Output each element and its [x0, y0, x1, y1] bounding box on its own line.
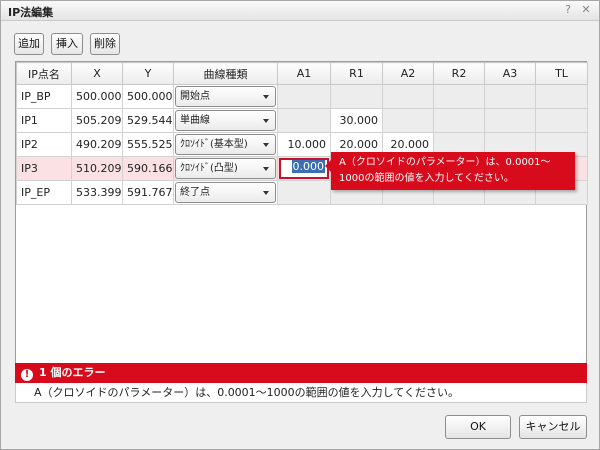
close-icon[interactable]: ✕ [579, 3, 593, 17]
curve-type-cell: 開始点 [173, 84, 278, 109]
ip-name-cell[interactable]: IP3 [16, 156, 72, 181]
help-icon[interactable]: ? [561, 3, 575, 17]
a1-cell: 0.000 [277, 156, 331, 181]
error-detail-text: A（クロソイドのパラメーター）は、0.0001～1000の範囲の値を入力してくだ… [34, 386, 460, 399]
add-button[interactable]: 追加 [14, 33, 44, 55]
a3-cell [484, 84, 536, 109]
a1-edit-input[interactable]: 0.000 [279, 158, 329, 179]
curve-type-value: 終了点 [180, 187, 210, 198]
curve-type-cell: ｸﾛｿｲﾄﾞ(凸型) [173, 156, 278, 181]
column-header[interactable]: X [71, 62, 123, 85]
column-header[interactable]: R2 [433, 62, 485, 85]
ok-button[interactable]: OK [445, 415, 511, 439]
a1-cell [277, 180, 331, 205]
x-cell[interactable]: 490.209 [71, 132, 123, 157]
curve-type-value: ｸﾛｿｲﾄﾞ(基本型) [180, 139, 248, 150]
cancel-button[interactable]: キャンセル [519, 415, 587, 439]
curve-type-value: 開始点 [180, 91, 210, 102]
x-cell[interactable]: 505.209 [71, 108, 123, 133]
column-header[interactable]: TL [535, 62, 588, 85]
a1-cell [277, 84, 331, 109]
r1-cell[interactable]: 30.000 [330, 108, 383, 133]
chevron-down-icon [263, 95, 269, 99]
delete-button[interactable]: 削除 [90, 33, 120, 55]
a3-cell [484, 108, 536, 133]
insert-button[interactable]: 挿入 [51, 33, 83, 55]
tl-cell [535, 108, 588, 133]
ip-name-cell[interactable]: IP_EP [16, 180, 72, 205]
column-header[interactable]: A1 [277, 62, 331, 85]
curve-type-cell: 終了点 [173, 180, 278, 205]
y-cell[interactable]: 590.166 [122, 156, 174, 181]
curve-type-dropdown[interactable]: ｸﾛｿｲﾄﾞ(基本型) [175, 134, 276, 155]
error-summary-text: 1 個のエラー [39, 366, 106, 379]
table-row[interactable]: IP_BP 500.000 500.000 開始点 [16, 84, 588, 109]
table-header-row: IP点名 X Y 曲線種類 A1 R1 A2 R2 A3 TL [16, 62, 588, 85]
x-cell[interactable]: 533.399 [71, 180, 123, 205]
ip-name-cell[interactable]: IP1 [16, 108, 72, 133]
column-header[interactable]: Y [122, 62, 174, 85]
column-header[interactable]: A3 [484, 62, 536, 85]
y-cell[interactable]: 555.525 [122, 132, 174, 157]
error-summary-bar[interactable]: ! 1 個のエラー [15, 363, 587, 383]
curve-type-dropdown[interactable]: 単曲線 [175, 110, 276, 131]
column-header[interactable]: R1 [330, 62, 383, 85]
chevron-down-icon [263, 119, 269, 123]
y-cell[interactable]: 591.767 [122, 180, 174, 205]
a1-input-value: 0.000 [291, 160, 325, 173]
curve-type-dropdown[interactable]: 開始点 [175, 86, 276, 107]
ip-edit-dialog: IP法編集 ? ✕ 追加 挿入 削除 IP点名 X Y 曲線種類 A1 R1 A… [0, 0, 600, 450]
curve-type-dropdown[interactable]: 終了点 [175, 182, 276, 203]
a2-cell [382, 84, 434, 109]
chevron-down-icon [263, 191, 269, 195]
column-header[interactable]: 曲線種類 [173, 62, 278, 85]
tooltip-message: A（クロソイドのパラメーター）は、0.0001～1000の範囲の値を入力してくだ… [339, 157, 551, 184]
y-cell[interactable]: 500.000 [122, 84, 174, 109]
curve-type-cell: ｸﾛｿｲﾄﾞ(基本型) [173, 132, 278, 157]
column-header[interactable]: A2 [382, 62, 434, 85]
window-title: IP法編集 [8, 6, 54, 19]
r2-cell [433, 108, 485, 133]
a1-cell[interactable]: 10.000 [277, 132, 331, 157]
column-header[interactable]: IP点名 [16, 62, 72, 85]
curve-type-value: ｸﾛｿｲﾄﾞ(凸型) [180, 163, 238, 174]
a1-cell [277, 108, 331, 133]
curve-type-value: 単曲線 [180, 115, 210, 126]
curve-type-dropdown[interactable]: ｸﾛｿｲﾄﾞ(凸型) [175, 158, 276, 179]
error-detail-item[interactable]: A（クロソイドのパラメーター）は、0.0001～1000の範囲の値を入力してくだ… [15, 383, 587, 403]
x-cell[interactable]: 510.209 [71, 156, 123, 181]
error-icon: ! [21, 369, 33, 381]
curve-type-cell: 単曲線 [173, 108, 278, 133]
table-row[interactable]: IP1 505.209 529.544 単曲線 30.000 [16, 108, 588, 133]
r2-cell [433, 84, 485, 109]
ip-name-cell[interactable]: IP_BP [16, 84, 72, 109]
ip-name-cell[interactable]: IP2 [16, 132, 72, 157]
chevron-down-icon [263, 143, 269, 147]
tl-cell [535, 84, 588, 109]
a2-cell [382, 108, 434, 133]
title-bar: IP法編集 ? ✕ [1, 1, 599, 21]
validation-error-tooltip: A（クロソイドのパラメーター）は、0.0001～1000の範囲の値を入力してくだ… [325, 152, 575, 190]
chevron-down-icon [263, 167, 269, 171]
r1-cell [330, 84, 383, 109]
x-cell[interactable]: 500.000 [71, 84, 123, 109]
y-cell[interactable]: 529.544 [122, 108, 174, 133]
ip-table: IP点名 X Y 曲線種類 A1 R1 A2 R2 A3 TL IP_BP 50… [15, 61, 588, 401]
